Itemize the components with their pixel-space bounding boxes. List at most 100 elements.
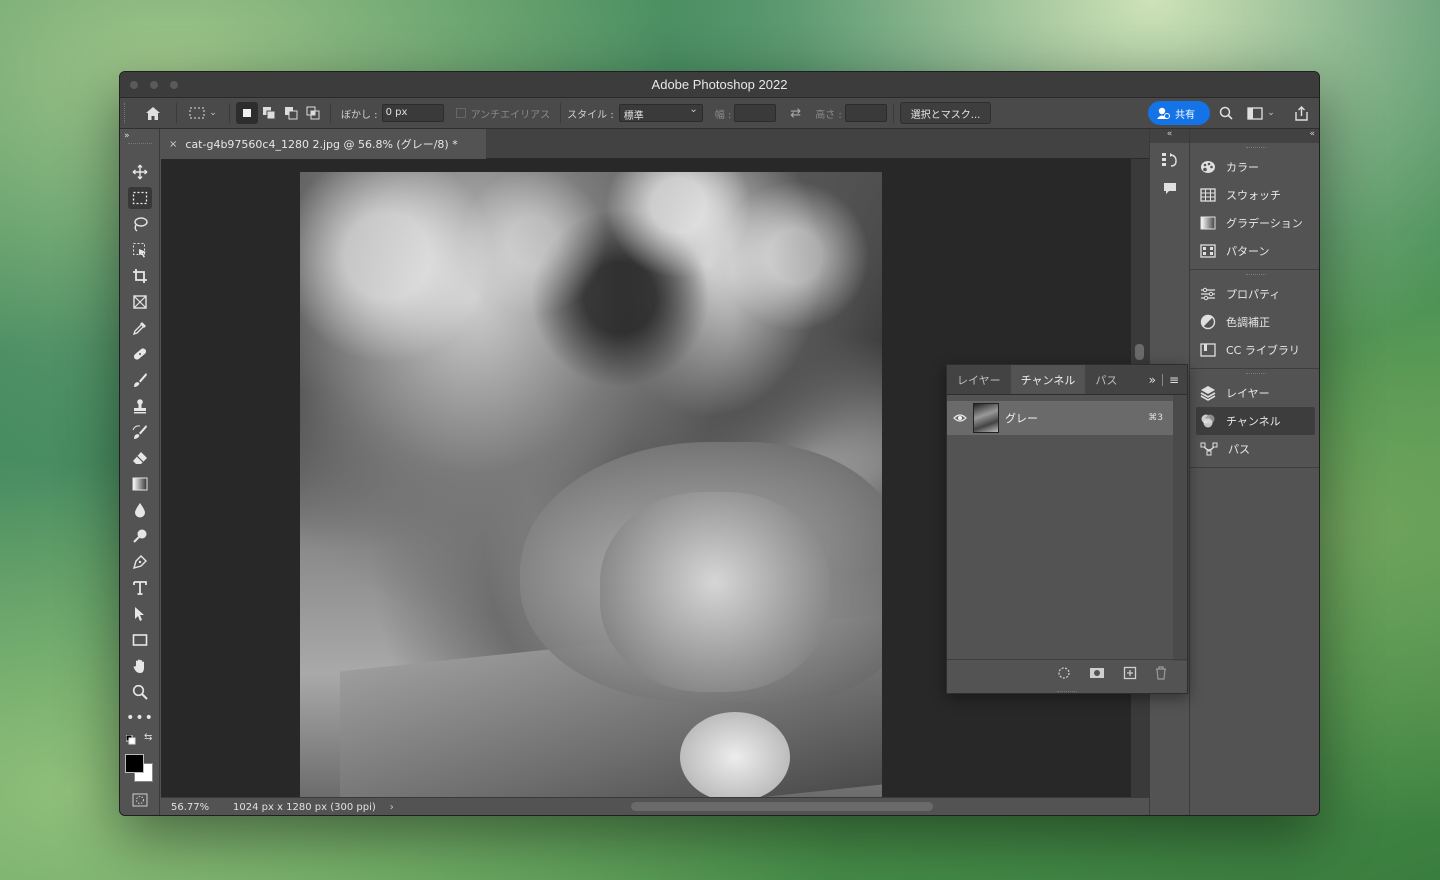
rectangle-tool[interactable] [128,629,152,651]
select-and-mask-button[interactable]: 選択とマスク... [899,102,992,124]
collapse-strip-icon[interactable]: « [1150,129,1189,143]
toolbox-grip[interactable] [128,143,152,144]
dock-item-swatches[interactable]: スウォッチ [1190,181,1319,209]
dock-item-layers[interactable]: レイヤー [1190,379,1319,407]
frame-tool[interactable] [128,291,152,313]
arrow-select-icon [135,607,144,621]
swap-colors-icon[interactable]: ⇆ [144,732,152,743]
collapse-panel-icon[interactable]: » [1149,373,1156,387]
path-selection-tool[interactable] [128,603,152,625]
add-selection-icon [263,107,276,120]
comments-panel-button[interactable] [1162,181,1178,200]
stamp-icon [134,399,146,414]
share-button[interactable]: 共有 [1148,101,1210,125]
dodge-tool[interactable] [128,525,152,547]
document-tab[interactable]: × cat-g4b97560c4_1280 2.jpg @ 56.8% (グレー… [161,129,486,159]
dock-item-channels[interactable]: チャンネル [1196,407,1315,435]
type-icon [133,581,147,595]
quick-mask-button[interactable] [128,789,152,811]
eye-icon[interactable] [953,413,967,423]
height-input[interactable] [844,104,887,122]
default-colors-icon[interactable] [126,735,136,745]
paths-icon [1200,442,1218,456]
new-selection-button[interactable] [236,102,258,124]
move-tool[interactable] [128,161,152,183]
save-selection-as-channel-icon[interactable] [1089,667,1105,679]
dock-item-gradients[interactable]: グラデーション [1190,209,1319,237]
photoshop-window: Adobe Photoshop 2022 ⌄ ぼかし : 0 px アンチエイリ… [119,71,1320,816]
tab-layers[interactable]: レイヤー [947,365,1011,394]
home-icon [146,106,160,120]
brush-tool[interactable] [128,369,152,391]
dock-item-color[interactable]: カラー [1190,153,1319,181]
history-brush-tool[interactable] [128,421,152,443]
close-window-button[interactable] [130,81,138,89]
history-panel-button[interactable] [1161,151,1179,172]
status-menu-arrow-icon[interactable]: › [390,802,394,813]
object-selection-tool[interactable] [128,239,152,261]
export-button[interactable] [1292,104,1310,122]
cat-paw-region [680,712,790,799]
blur-tool[interactable] [128,499,152,521]
options-bar-grip[interactable] [124,103,130,123]
type-tool[interactable] [128,577,152,599]
lasso-tool[interactable] [128,213,152,235]
hand-tool[interactable] [128,655,152,677]
healing-brush-tool[interactable] [128,343,152,365]
channels-panel-tabs: レイヤー チャンネル パス » ≡ [947,365,1187,395]
style-select[interactable]: 標準 [618,104,703,122]
close-tab-icon[interactable]: × [169,139,177,150]
workspace-switcher[interactable]: ⌄ [1246,104,1276,122]
swatches-icon [1200,188,1216,202]
foreground-color-swatch[interactable] [125,754,144,773]
dodge-icon [133,529,147,543]
new-selection-icon [243,109,251,117]
dock-item-paths[interactable]: パス [1190,435,1319,463]
swap-dimensions-icon[interactable]: ⇄ [790,106,801,121]
document-tab-bar: × cat-g4b97560c4_1280 2.jpg @ 56.8% (グレー… [161,129,1149,159]
width-input[interactable] [734,104,777,122]
new-channel-icon[interactable] [1123,666,1137,680]
load-channel-as-selection-icon[interactable] [1057,666,1071,680]
channel-row[interactable]: グレー ⌘3 [947,401,1173,435]
dock-item-properties[interactable]: プロパティ [1190,280,1319,308]
eyedropper-tool[interactable] [128,317,152,339]
edit-toolbar-button[interactable]: ••• [126,707,153,729]
expand-toolbox-icon[interactable]: » [124,131,130,141]
chevron-down-icon: ⌄ [1267,108,1275,118]
pen-tool[interactable] [128,551,152,573]
collapse-dock-icon[interactable]: « [1190,129,1319,143]
subtract-selection-button[interactable] [280,102,302,124]
dock-item-patterns[interactable]: パターン [1190,237,1319,265]
antialias-checkbox[interactable] [455,108,466,118]
zoom-window-button[interactable] [170,81,178,89]
rectangular-marquee-tool[interactable] [128,187,152,209]
vertical-scroll-thumb[interactable] [1135,344,1144,360]
zoom-tool[interactable] [128,681,152,703]
gradient-tool[interactable] [128,473,152,495]
zoom-level[interactable]: 56.77% [171,802,223,813]
gradients-icon [1200,216,1216,230]
intersect-selection-button[interactable] [302,102,324,124]
panel-menu-icon[interactable]: ≡ [1169,373,1179,387]
feather-input[interactable]: 0 px [381,104,444,122]
trash-icon[interactable] [1155,665,1167,680]
crop-tool[interactable] [128,265,152,287]
clone-stamp-tool[interactable] [128,395,152,417]
eraser-tool[interactable] [128,447,152,469]
search-button[interactable] [1217,104,1235,122]
history-icon [1162,153,1177,167]
document-image[interactable] [300,172,882,799]
dock-item-label: カラー [1226,161,1259,174]
add-selection-button[interactable] [258,102,280,124]
dock-item-adjustments[interactable]: 色調補正 [1190,308,1319,336]
marquee-preset-picker[interactable]: ⌄ [183,102,223,124]
tab-paths[interactable]: パス [1085,365,1127,394]
tab-channels[interactable]: チャンネル [1010,365,1086,394]
horizontal-scroll-thumb[interactable] [631,802,933,811]
dock-item-cc-libraries[interactable]: CC ライブラリ [1190,336,1319,364]
panel-resize-grip[interactable] [1057,691,1077,692]
home-button[interactable] [136,102,170,124]
minimize-window-button[interactable] [150,81,158,89]
channels-scrollbar[interactable] [1173,395,1187,661]
